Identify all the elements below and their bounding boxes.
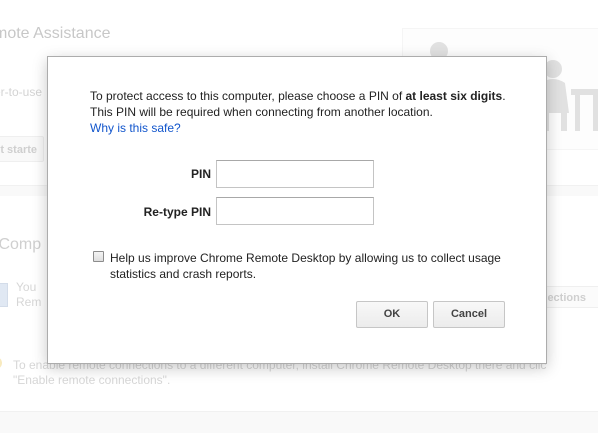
intro-text-start: To protect access to this computer, plea… — [90, 89, 406, 103]
cancel-button[interactable]: Cancel — [433, 301, 505, 328]
retype-pin-input[interactable] — [216, 197, 374, 225]
page: mote Assistance er-to-use et starte — [0, 0, 598, 433]
retype-pin-label: Re-type PIN — [143, 205, 211, 219]
pin-dialog: To protect access to this computer, plea… — [47, 56, 547, 364]
pin-input[interactable] — [216, 160, 374, 188]
usage-stats-checkbox[interactable] — [93, 251, 104, 262]
why-is-this-safe-link[interactable]: Why is this safe? — [90, 121, 181, 135]
usage-stats-consent-text: Help us improve Chrome Remote Desktop by… — [110, 251, 501, 281]
pin-intro-text: To protect access to this computer, plea… — [90, 88, 515, 136]
intro-text-bold: at least six digits — [405, 89, 503, 103]
ok-button[interactable]: OK — [356, 301, 428, 328]
pin-label: PIN — [190, 167, 211, 181]
